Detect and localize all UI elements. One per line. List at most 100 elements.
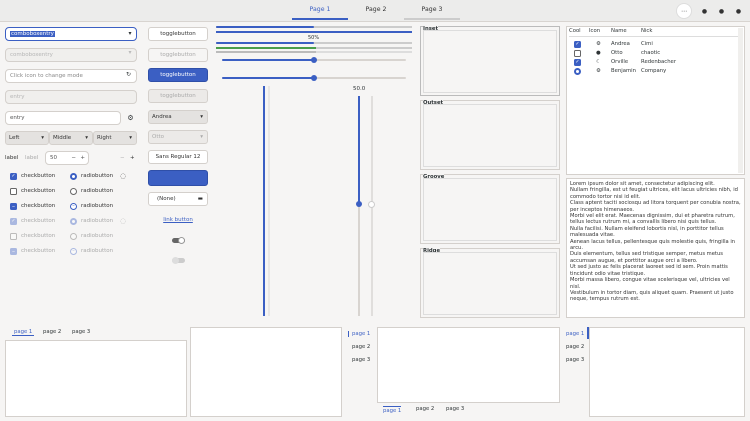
checkbox[interactable]: ✓: [10, 173, 17, 180]
radio-button[interactable]: [574, 68, 581, 75]
entry[interactable]: entry: [5, 111, 121, 125]
chevron-down-icon: ▾: [129, 135, 132, 141]
combobox-entry[interactable]: comboboxentry: [5, 27, 137, 41]
notebook-tab[interactable]: page 2: [416, 406, 434, 412]
checkbox: ✓: [10, 218, 17, 225]
moon-icon: ☾: [596, 59, 601, 65]
radio-button[interactable]: [70, 173, 77, 180]
tree-header-cool[interactable]: Cool: [569, 28, 581, 34]
notebook-page: [589, 327, 745, 417]
table-row[interactable]: ✓ ⚙ Andrea Cimi: [569, 40, 737, 49]
checkbox[interactable]: [574, 50, 581, 57]
notebook-tab[interactable]: page 2: [352, 344, 370, 350]
more-icon[interactable]: ⋯: [676, 3, 692, 19]
radio-button: –: [70, 248, 77, 255]
switch-on[interactable]: [172, 237, 185, 244]
tree-scrollbar[interactable]: [738, 28, 743, 173]
circle-icon[interactable]: ●: [715, 5, 728, 18]
refresh-icon[interactable]: ↻: [126, 71, 131, 78]
progress-label: 50%: [308, 35, 320, 41]
minus-icon: −: [120, 155, 125, 161]
notebook-tab[interactable]: page 3: [446, 406, 464, 412]
combo-box[interactable]: Andrea ▾: [148, 110, 208, 124]
notebook-tab[interactable]: page 1: [348, 331, 370, 337]
vscale-handle[interactable]: [356, 201, 362, 207]
radio-button[interactable]: [70, 188, 77, 195]
notebook-tab[interactable]: page 1: [12, 329, 35, 336]
segment-middle[interactable]: Middle ▾: [49, 131, 93, 145]
text-view[interactable]: Lorem ipsum dolor sit amet, consectetur …: [566, 178, 745, 318]
segment-left[interactable]: Left ▾: [5, 131, 49, 145]
tree-header-nick[interactable]: Nick: [641, 28, 652, 34]
mode-entry[interactable]: Click icon to change mode: [5, 69, 137, 83]
gear-icon: ⚙: [596, 41, 601, 47]
checkbox[interactable]: [10, 188, 17, 195]
tree-header-name[interactable]: Name: [611, 28, 627, 34]
radio-button[interactable]: –: [70, 203, 77, 210]
checkbox-label: checkbutton: [21, 173, 56, 179]
spinner-icon: ◌: [120, 172, 127, 180]
checkbox: –: [10, 248, 17, 255]
radio-label: radiobutton: [81, 248, 114, 254]
scale-marked-handle[interactable]: [311, 75, 317, 81]
checkbox-label: checkbutton: [21, 233, 56, 239]
notebook-tab[interactable]: page 2: [43, 329, 61, 335]
circle-icon[interactable]: ●: [732, 5, 745, 18]
spin-button[interactable]: 50− +: [45, 151, 89, 165]
link-button[interactable]: link button: [148, 217, 208, 223]
table-row[interactable]: ⚙ Benjamin Company: [569, 67, 737, 76]
gear-icon[interactable]: ⚙: [124, 112, 137, 125]
notebook-tab[interactable]: page 1: [566, 331, 584, 337]
combobox-entry-disabled: comboboxentry: [5, 48, 137, 62]
radio-label: radiobutton: [81, 188, 114, 194]
spinner-icon: ◌: [120, 217, 127, 225]
chevron-down-icon: ▾: [200, 114, 203, 120]
font-button[interactable]: Sans Regular 12: [148, 150, 208, 164]
file-chooser-button[interactable]: (None) ▬: [148, 192, 208, 206]
chevron-down-icon: ▾: [200, 134, 203, 140]
tree-header-icon[interactable]: Icon: [589, 28, 600, 34]
toggle-button-active[interactable]: togglebutton: [148, 68, 208, 82]
progress-bar-green: [216, 47, 412, 49]
frame-groove-inner: [423, 178, 557, 241]
checkbox: [10, 233, 17, 240]
vscale-track-disabled: [268, 86, 270, 316]
toggle-button[interactable]: togglebutton: [148, 27, 208, 41]
checkbox[interactable]: ✓: [574, 59, 581, 66]
scale-value: 50.0: [353, 86, 366, 92]
frame-inset-inner: [423, 30, 557, 93]
circle-icon[interactable]: ●: [698, 5, 711, 18]
notebook-tab[interactable]: page 2: [566, 344, 584, 350]
chevron-down-icon: ▾: [41, 135, 44, 141]
vscale-handle-disabled: [368, 201, 375, 208]
plus-icon[interactable]: +: [130, 155, 135, 161]
minus-icon[interactable]: −: [71, 152, 76, 164]
notebook-tab[interactable]: page 3: [352, 357, 370, 363]
table-row[interactable]: ✓ ☾ Orville Redenbacher: [569, 58, 737, 67]
notebook-tab[interactable]: page 3: [566, 357, 584, 363]
cell-nick: chaotic: [641, 50, 661, 56]
cell-name: Benjamin: [611, 68, 636, 74]
progress-trough: [216, 26, 412, 28]
progress-trough: [216, 42, 412, 44]
segment-right[interactable]: Right ▾: [93, 131, 137, 145]
chevron-down-icon[interactable]: ▾: [124, 28, 136, 40]
tab-page-3[interactable]: Page 3: [404, 0, 460, 20]
checkbox[interactable]: –: [10, 203, 17, 210]
plus-icon[interactable]: +: [80, 152, 85, 164]
tab-page-1[interactable]: Page 1: [292, 0, 348, 20]
notebook-tab[interactable]: page 1: [383, 406, 402, 414]
notebook-tab[interactable]: page 3: [72, 329, 90, 335]
scale-handle[interactable]: [311, 57, 317, 63]
table-row[interactable]: ● Otto chaotic: [569, 49, 737, 58]
spin-label-disabled: label: [25, 155, 39, 161]
notebook-tabs-side: [566, 327, 586, 417]
tab-page-2[interactable]: Page 2: [348, 0, 404, 20]
radio-label: radiobutton: [81, 218, 114, 224]
checkbox-label: checkbutton: [21, 218, 56, 224]
vscale-track[interactable]: [263, 86, 265, 316]
notebook-page: [190, 327, 342, 417]
checkbox[interactable]: ✓: [574, 41, 581, 48]
color-button[interactable]: [148, 170, 208, 186]
radio-label: radiobutton: [81, 173, 114, 179]
